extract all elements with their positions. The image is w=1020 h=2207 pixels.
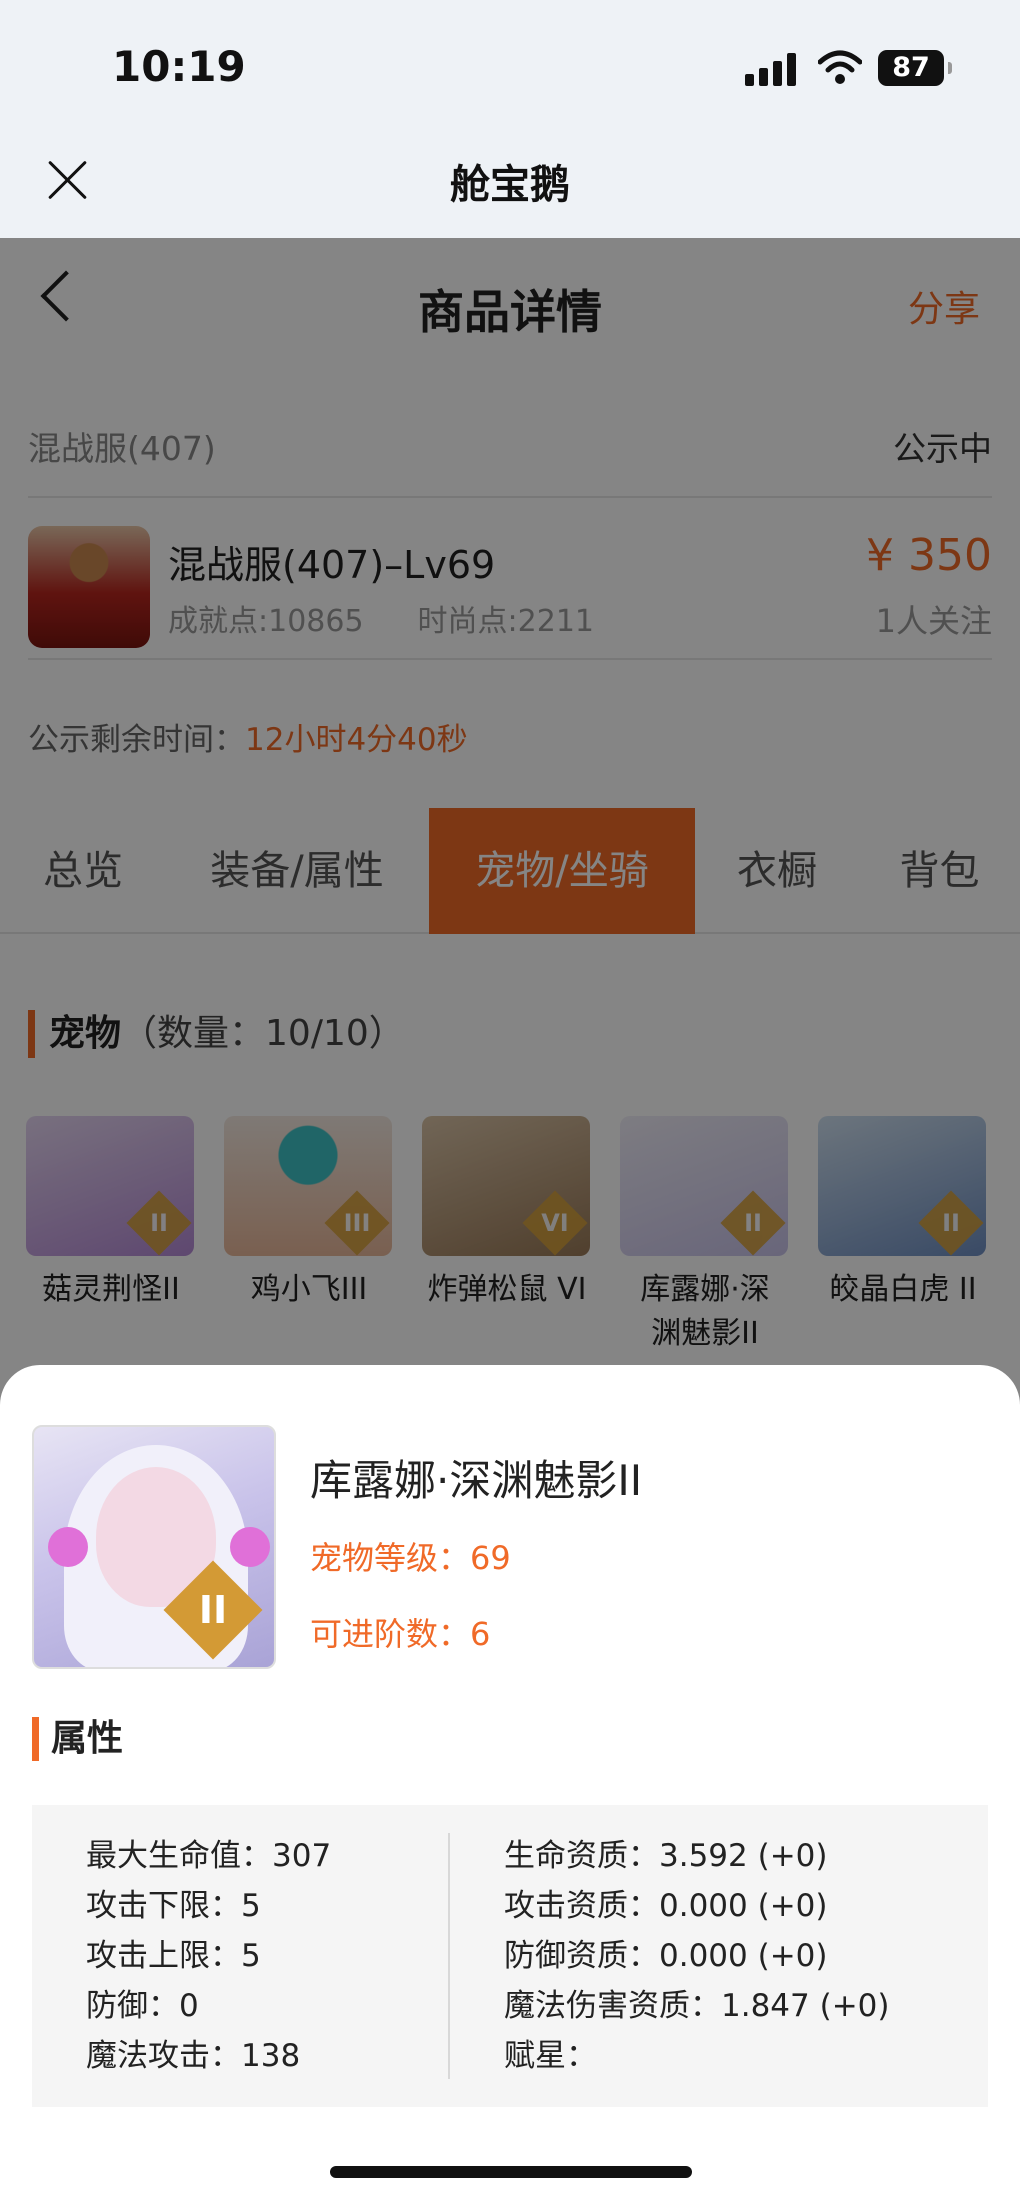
attr-defense: 防御：0 xyxy=(86,1988,199,2024)
attributes-title: 属性 xyxy=(32,1717,123,1761)
pet-detail-name: 库露娜·深渊魅影II xyxy=(310,1456,643,1505)
wifi-icon xyxy=(818,50,862,84)
attributes-divider xyxy=(448,1833,450,2079)
pet-advance: 可进阶数：6 xyxy=(310,1615,491,1653)
attr-attack-max: 攻击上限：5 xyxy=(86,1938,261,1974)
pet-level: 宠物等级：69 xyxy=(310,1539,511,1577)
attr-star: 赋星： xyxy=(504,2038,597,2074)
attr-hp-aptitude: 生命资质：3.592 (+0) xyxy=(504,1838,828,1874)
attr-magic-attack: 魔法攻击：138 xyxy=(86,2038,301,2074)
attributes-panel: 最大生命值：307 攻击下限：5 攻击上限：5 防御：0 魔法攻击：138 生命… xyxy=(32,1805,988,2107)
attr-attack-aptitude: 攻击资质：0.000 (+0) xyxy=(504,1888,828,1924)
rank-badge-icon: II xyxy=(163,1560,263,1660)
home-indicator xyxy=(330,2166,692,2178)
attr-magic-damage-aptitude: 魔法伤害资质：1.847 (+0) xyxy=(504,1988,890,2024)
attributes-left-column: 最大生命值：307 攻击下限：5 攻击上限：5 防御：0 魔法攻击：138 xyxy=(86,1831,331,2081)
attr-max-hp: 最大生命值：307 xyxy=(86,1838,332,1874)
attributes-right-column: 生命资质：3.592 (+0) 攻击资质：0.000 (+0) 防御资质：0.0… xyxy=(504,1831,890,2081)
top-bar: 10:19 87 舱宝鹅 xyxy=(0,0,1020,238)
attr-attack-min: 攻击下限：5 xyxy=(86,1888,261,1924)
miniprogram-title: 舱宝鹅 xyxy=(450,162,570,208)
pet-detail-sheet: II 库露娜·深渊魅影II 宠物等级：69 可进阶数：6 属性 最大生命值：30… xyxy=(0,1365,1020,2207)
battery-icon: 87 xyxy=(878,50,952,86)
pet-portrait: II xyxy=(32,1425,276,1669)
attr-defense-aptitude: 防御资质：0.000 (+0) xyxy=(504,1938,828,1974)
status-time: 10:19 xyxy=(112,42,246,91)
cellular-signal-icon xyxy=(745,52,797,86)
